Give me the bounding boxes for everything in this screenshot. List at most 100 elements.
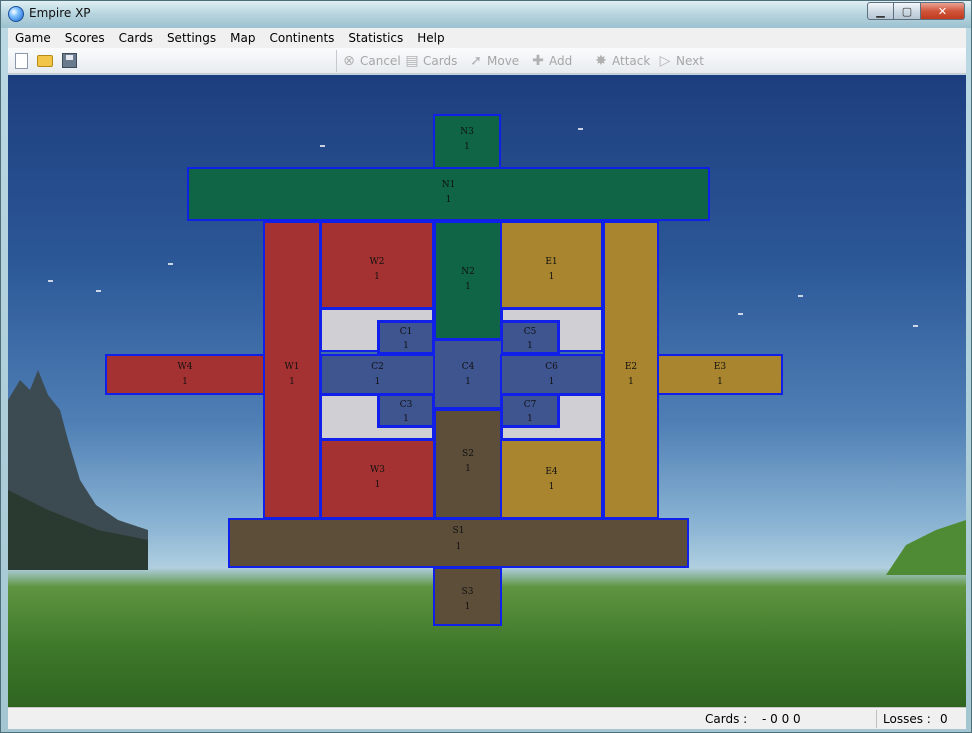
menu-map[interactable]: Map [223,28,262,48]
territory-w1[interactable]: W1 1 [263,221,321,519]
territory-name: C6 [545,362,558,372]
menu-cards[interactable]: Cards [112,28,160,48]
game-board[interactable]: N3 1 N1 1 W1 1 W2 1 N2 1 E1 1 E2 1 W4 1 [8,75,966,707]
add-label: Add [549,54,573,68]
territory-c3[interactable]: C3 1 [377,393,435,428]
territory-armies: 1 [527,414,533,424]
losses-value: 0 [940,712,948,726]
add-button[interactable]: ✚ Add [530,52,572,70]
new-file-icon[interactable] [15,53,28,69]
cloud [578,128,583,130]
menu-game[interactable]: Game [8,28,58,48]
open-folder-icon[interactable] [37,55,53,67]
menu-settings[interactable]: Settings [160,28,223,48]
cloud [913,325,918,327]
cancel-icon: ⊗ [343,53,355,69]
territory-c6[interactable]: C6 1 [500,354,603,395]
territory-w2[interactable]: W2 1 [320,221,434,309]
territory-name: E2 [624,362,638,372]
territory-armies: 1 [465,282,471,292]
territory-armies: 1 [464,602,471,612]
territory-armies: 1 [445,195,452,205]
territory-name: C5 [523,327,537,337]
territory-armies: 1 [455,542,462,552]
app-globe-icon [8,6,24,22]
territory-name: C1 [399,327,413,337]
territory-e2[interactable]: E2 1 [603,221,659,519]
territory-s1[interactable]: S1 1 [228,518,689,568]
attack-icon: ✸ [595,53,607,69]
territory-armies: 1 [628,377,634,387]
minimize-button[interactable]: ▁ [867,2,894,20]
close-button[interactable]: ✕ [921,2,965,20]
move-button[interactable]: ➚ Move [468,52,519,70]
territory-e4[interactable]: E4 1 [500,439,603,519]
menu-help[interactable]: Help [410,28,451,48]
territory-c5[interactable]: C5 1 [500,320,560,355]
territory-armies: 1 [374,480,381,490]
cards-button[interactable]: ▤ Cards [404,52,457,70]
territory-armies: 1 [289,377,295,387]
cloud [96,290,101,292]
territory-armies: 1 [527,341,533,351]
territory-e1[interactable]: E1 1 [500,221,603,309]
territory-name: C3 [399,400,413,410]
toolbar-separator [336,50,337,72]
maximize-button[interactable]: ▢ [894,2,921,20]
cancel-button[interactable]: ⊗ Cancel [341,52,401,70]
next-button[interactable]: ▷ Next [657,52,704,70]
territory-armies: 1 [374,272,380,282]
territory-name: W1 [284,362,300,372]
attack-button[interactable]: ✸ Attack [593,52,650,70]
window-controls: ▁ ▢ ✕ [867,2,965,20]
territory-name: W2 [369,257,385,267]
status-bar: Cards : - 0 0 0 Losses : 0 [8,707,966,729]
move-label: Move [487,54,520,68]
territory-name: N1 [441,180,456,190]
territory-armies: 1 [403,414,409,424]
menu-statistics[interactable]: Statistics [341,28,410,48]
territory-s2[interactable]: S2 1 [433,408,503,520]
cards-icon: ▤ [405,53,419,69]
territory-c2[interactable]: C2 1 [320,354,435,395]
territory-name: W4 [177,362,193,372]
app-window: Empire XP ▁ ▢ ✕ Game Scores Cards Settin… [0,0,972,733]
territory-armies: 1 [374,377,381,387]
cards-count-label: Cards : [705,712,748,726]
title-bar[interactable]: Empire XP ▁ ▢ ✕ [1,1,971,28]
losses-label: Losses : [883,712,931,726]
cloud [738,313,743,315]
territory-c7[interactable]: C7 1 [500,393,560,428]
menu-scores[interactable]: Scores [58,28,112,48]
cloud [798,295,803,297]
territory-c1[interactable]: C1 1 [377,320,435,355]
territory-name: E4 [545,467,558,477]
status-separator [876,710,877,728]
territory-name: S2 [462,449,474,459]
territory-name: C7 [523,400,537,410]
territory-armies: 1 [465,377,471,387]
cloud [320,145,325,147]
territory-n3[interactable]: N3 1 [433,114,501,169]
territory-n1[interactable]: N1 1 [187,167,710,221]
window-title: Empire XP [29,6,91,20]
territory-name: N3 [460,127,474,137]
territory-armies: 1 [403,341,409,351]
next-label: Next [676,54,704,68]
territory-w3[interactable]: W3 1 [320,439,435,519]
save-disk-icon[interactable] [62,53,77,68]
cards-label: Cards [423,54,458,68]
territory-s3[interactable]: S3 1 [433,567,502,626]
cancel-label: Cancel [360,54,401,68]
territory-armies: 1 [548,482,555,492]
territory-e3[interactable]: E3 1 [657,354,783,395]
territory-n2[interactable]: N2 1 [433,220,503,341]
territory-armies: 1 [464,142,470,152]
move-icon: ➚ [470,53,482,69]
territory-w4[interactable]: W4 1 [105,354,265,395]
territory-name: E3 [713,362,727,372]
territory-armies: 1 [548,272,555,282]
menu-continents[interactable]: Continents [262,28,341,48]
attack-label: Attack [612,54,651,68]
territory-c4[interactable]: C4 1 [433,339,503,409]
